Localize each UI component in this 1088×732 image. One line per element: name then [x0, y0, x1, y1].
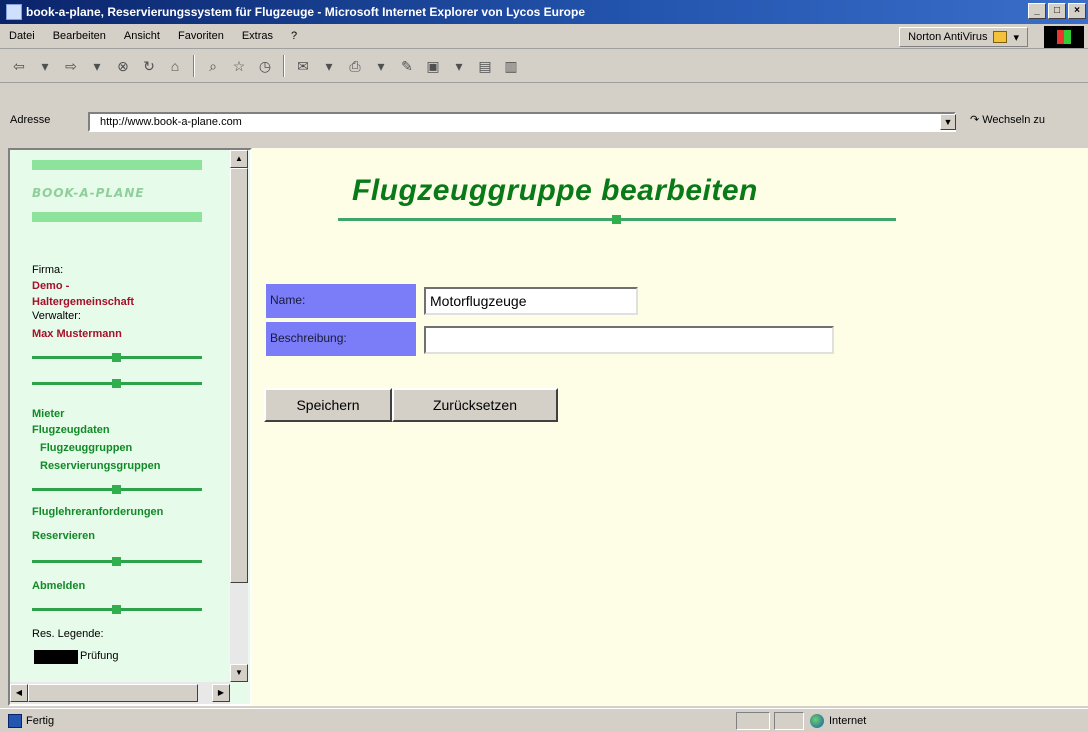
address-dropdown-icon[interactable]: ▼: [940, 114, 956, 130]
toolbar-separator: [193, 55, 195, 77]
chevron-down-icon: ▾: [1013, 31, 1019, 44]
legend-item: Prüfung: [80, 650, 119, 662]
status-text: Fertig: [26, 714, 55, 727]
globe-icon: [810, 714, 824, 728]
page-status-icon: [8, 713, 22, 728]
divider: [32, 485, 202, 494]
mail-icon[interactable]: ✉: [292, 55, 314, 77]
back-dropdown-icon[interactable]: ▾: [34, 55, 56, 77]
firma-value-line1: Demo -: [32, 280, 70, 292]
go-button[interactable]: ↷ Wechseln zu: [970, 113, 1045, 127]
sidebar-frame: BOOK-A-PLANE Firma: Demo - Haltergemeins…: [8, 148, 252, 706]
windows-flag-icon: [1057, 30, 1071, 44]
scroll-up-icon[interactable]: ▲: [230, 150, 248, 168]
edit-icon[interactable]: ✎: [396, 55, 418, 77]
sidebar-item-reservierungsgruppen[interactable]: Reservierungsgruppen: [40, 458, 160, 474]
stop-icon[interactable]: ⊗: [112, 55, 134, 77]
verwalter-value: Max Mustermann: [32, 328, 122, 340]
scroll-thumb[interactable]: [230, 168, 248, 583]
scroll-left-icon[interactable]: ◀: [10, 684, 28, 702]
security-zone: Internet: [810, 712, 866, 730]
page-title: Flugzeuggruppe bearbeiten: [352, 174, 758, 207]
name-field[interactable]: [424, 287, 638, 315]
ie-icon: [6, 4, 22, 20]
save-button[interactable]: Speichern: [264, 388, 392, 422]
divider: [32, 557, 202, 566]
status-pane: [736, 712, 770, 730]
main-content-frame: Flugzeuggruppe bearbeiten Name: Beschrei…: [252, 148, 1088, 706]
sidebar-content: BOOK-A-PLANE Firma: Demo - Haltergemeins…: [10, 150, 230, 682]
logo-bottom-bar: [32, 212, 202, 222]
status-bar: Fertig Internet: [0, 708, 1088, 732]
address-bar: Adresse http://www.book-a-plane.com ▼ ↷ …: [0, 84, 1088, 146]
back-icon[interactable]: ⇦: [8, 55, 30, 77]
firma-label: Firma:: [32, 264, 64, 276]
sidebar-horizontal-scrollbar[interactable]: ◀ ▶: [10, 682, 230, 704]
menu-bar: Datei Bearbeiten Ansicht Favoriten Extra…: [0, 24, 1088, 49]
menu-bearbeiten[interactable]: Bearbeiten: [44, 30, 115, 42]
forward-dropdown-icon[interactable]: ▾: [86, 55, 108, 77]
menu-help[interactable]: ?: [282, 30, 306, 42]
name-label: Name:: [266, 284, 416, 318]
toolbar-separator: [283, 55, 285, 77]
menu-favoriten[interactable]: Favoriten: [169, 30, 233, 42]
scroll-down-icon[interactable]: ▼: [230, 664, 248, 682]
zone-label: Internet: [829, 715, 867, 727]
toolbar: ⇦ ▾ ⇨ ▾ ⊗ ↻ ⌂ ⌕ ☆ ◷ ✉ ▾ ⎙ ▾ ✎ ▣ ▾ ▤ ▥: [0, 50, 1088, 83]
menu-datei[interactable]: Datei: [0, 30, 44, 42]
sidebar-item-abmelden[interactable]: Abmelden: [32, 578, 85, 594]
discuss-dropdown-icon[interactable]: ▾: [448, 55, 470, 77]
legend-label: Res. Legende:: [32, 628, 104, 640]
go-arrow-icon: ↷: [970, 114, 980, 126]
sidebar-item-flugzeuggruppen[interactable]: Flugzeuggruppen: [40, 440, 132, 456]
heading-divider: [338, 215, 896, 224]
window-titlebar[interactable]: book-a-plane, Reservierungssystem für Fl…: [0, 0, 1088, 24]
divider: [32, 605, 202, 614]
divider: [32, 379, 202, 388]
menu-ansicht[interactable]: Ansicht: [115, 30, 169, 42]
menu-extras[interactable]: Extras: [233, 30, 282, 42]
discuss-icon[interactable]: ▣: [422, 55, 444, 77]
windows-logo: [1044, 26, 1084, 48]
minimize-button[interactable]: _: [1028, 3, 1046, 19]
firma-value-line2: Haltergemeinschaft: [32, 296, 135, 308]
sidebar-item-flugzeugdaten[interactable]: Flugzeugdaten: [32, 422, 110, 438]
norton-label: Norton AntiVirus: [908, 31, 988, 43]
legend-swatch: [34, 650, 78, 664]
sidebar-item-fluglehreranforderungen[interactable]: Fluglehreranforderungen: [32, 504, 163, 520]
scroll-thumb-horizontal[interactable]: [28, 684, 198, 702]
messenger-icon[interactable]: ▤: [474, 55, 496, 77]
close-button[interactable]: ×: [1068, 3, 1086, 19]
logo: BOOK-A-PLANE: [32, 186, 145, 200]
norton-antivirus-button[interactable]: Norton AntiVirus ▾: [899, 27, 1028, 47]
search-icon[interactable]: ⌕: [202, 55, 224, 77]
sidebar-item-reservieren[interactable]: Reservieren: [32, 528, 95, 544]
sidebar-vertical-scrollbar[interactable]: ▲ ▼: [230, 150, 248, 682]
refresh-icon[interactable]: ↻: [138, 55, 160, 77]
print-icon[interactable]: ⎙: [344, 55, 366, 77]
verwalter-label: Verwalter:: [32, 310, 81, 322]
divider: [32, 353, 202, 362]
status-pane: [774, 712, 804, 730]
description-label: Beschreibung:: [266, 322, 416, 356]
norton-icon: [993, 31, 1008, 43]
forward-icon[interactable]: ⇨: [60, 55, 82, 77]
address-input[interactable]: http://www.book-a-plane.com: [88, 112, 956, 132]
sidebar-item-mieter[interactable]: Mieter: [32, 406, 64, 422]
logo-top-bar: [32, 160, 202, 170]
scroll-right-icon[interactable]: ▶: [212, 684, 230, 702]
print-dropdown-icon[interactable]: ▾: [370, 55, 392, 77]
go-label: Wechseln zu: [982, 113, 1045, 126]
address-label: Adresse: [10, 114, 51, 126]
home-icon[interactable]: ⌂: [164, 55, 186, 77]
mail-dropdown-icon[interactable]: ▾: [318, 55, 340, 77]
research-icon[interactable]: ▥: [500, 55, 522, 77]
maximize-button[interactable]: □: [1048, 3, 1066, 19]
window-title: book-a-plane, Reservierungssystem für Fl…: [26, 5, 586, 19]
window-controls: _ □ ×: [1028, 3, 1086, 19]
description-field[interactable]: [424, 326, 834, 354]
reset-button[interactable]: Zurücksetzen: [392, 388, 558, 422]
history-icon[interactable]: ◷: [254, 55, 276, 77]
favorites-icon[interactable]: ☆: [228, 55, 250, 77]
